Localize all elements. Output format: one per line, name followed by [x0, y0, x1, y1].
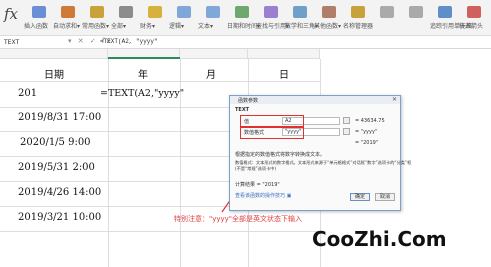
- help-link[interactable]: 查看该函数的操作技巧 ▣: [235, 192, 291, 199]
- function-arguments-dialog: 函数参数 ✕ TEXT 值 A2 = 43634.75 数值格式 "yyyy" …: [229, 95, 411, 211]
- arg1-range-picker-icon[interactable]: [343, 117, 350, 124]
- arg1-result: = 43634.75: [355, 118, 385, 124]
- highlight-box-arg1: [240, 115, 304, 127]
- close-icon[interactable]: ✕: [392, 96, 397, 103]
- calculation-result: 计算结果 = "2019": [235, 182, 280, 188]
- dialog-function-name: TEXT: [235, 107, 250, 113]
- arg2-range-picker-icon[interactable]: [343, 128, 350, 135]
- argument-description-2: (不是“常规”选项卡中): [235, 166, 277, 171]
- cancel-button[interactable]: 取消: [375, 193, 395, 201]
- function-description: 根据指定的数值格式将数字转换成文本。: [235, 152, 326, 158]
- ok-button[interactable]: 确定: [350, 193, 370, 201]
- dialog-title-bar[interactable]: 函数参数 ✕: [230, 96, 400, 104]
- arg2-result: = "yyyy": [355, 129, 378, 135]
- site-watermark: CooZhi.Com: [312, 227, 447, 251]
- dialog-title: 函数参数: [238, 98, 259, 104]
- summary-result: = "2019": [355, 140, 379, 146]
- annotation-note: 特别注意："yyyy"全部是英文状态下输入: [174, 215, 303, 223]
- highlight-box-arg2: [240, 127, 304, 139]
